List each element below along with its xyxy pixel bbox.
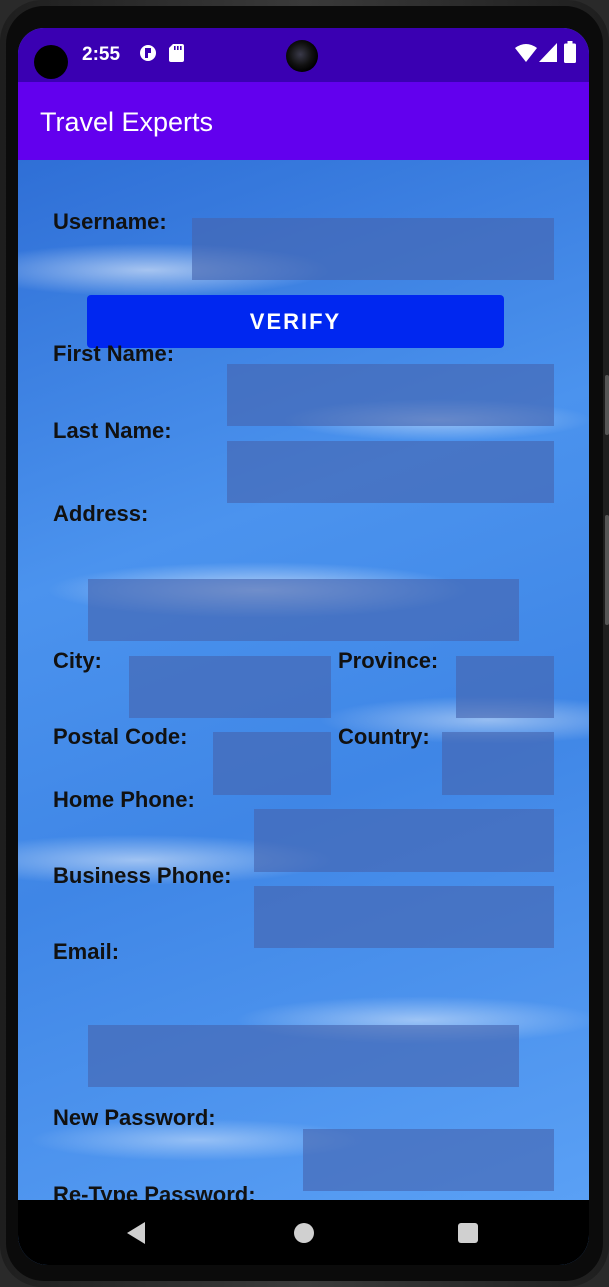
- username-field[interactable]: [192, 218, 554, 280]
- form-container: Username: VERIFY First Name: Last Name: …: [18, 160, 589, 1200]
- country-label: Country:: [338, 724, 430, 749]
- battery-icon: [564, 41, 576, 68]
- status-bar: 2:55: [18, 28, 589, 82]
- notification-icon: [139, 44, 157, 67]
- new-password-label: New Password:: [53, 1105, 216, 1130]
- app-bar: Travel Experts: [18, 82, 589, 160]
- wifi-icon: [515, 43, 537, 67]
- province-label: Province:: [338, 648, 439, 673]
- app-title: Travel Experts: [40, 107, 214, 137]
- postal-code-label: Postal Code:: [53, 724, 188, 749]
- volume-button: [605, 515, 609, 625]
- business-phone-field[interactable]: [254, 886, 554, 948]
- sd-card-icon: [169, 44, 184, 67]
- navigation-bar: [18, 1200, 589, 1265]
- signal-icon: [539, 43, 557, 67]
- recents-icon[interactable]: [458, 1223, 478, 1243]
- postal-code-field[interactable]: [213, 732, 331, 795]
- first-name-label: First Name:: [53, 341, 175, 366]
- camera-cutout: [34, 45, 68, 79]
- last-name-field[interactable]: [227, 441, 554, 503]
- status-time: 2:55: [82, 44, 121, 65]
- home-phone-field[interactable]: [254, 809, 554, 872]
- email-field[interactable]: [88, 1025, 519, 1087]
- city-field[interactable]: [129, 656, 331, 718]
- last-name-label: Last Name:: [53, 418, 172, 443]
- phone-screen: 2:55 Travel Experts Username: VERIFY Fir…: [18, 28, 589, 1265]
- username-label: Username:: [53, 209, 167, 234]
- home-icon[interactable]: [294, 1223, 314, 1243]
- business-phone-label: Business Phone:: [53, 863, 232, 888]
- email-label: Email:: [53, 939, 120, 964]
- power-button: [605, 375, 609, 435]
- retype-password-label: Re-Type Password:: [53, 1182, 256, 1200]
- province-field[interactable]: [456, 656, 554, 718]
- new-password-field[interactable]: [303, 1129, 554, 1191]
- front-camera: [286, 40, 318, 72]
- address-field[interactable]: [88, 579, 519, 641]
- first-name-field[interactable]: [227, 364, 554, 426]
- back-icon[interactable]: [127, 1222, 145, 1244]
- home-phone-label: Home Phone:: [53, 787, 195, 812]
- country-field[interactable]: [442, 732, 554, 795]
- city-label: City:: [53, 648, 102, 673]
- address-label: Address:: [53, 501, 149, 526]
